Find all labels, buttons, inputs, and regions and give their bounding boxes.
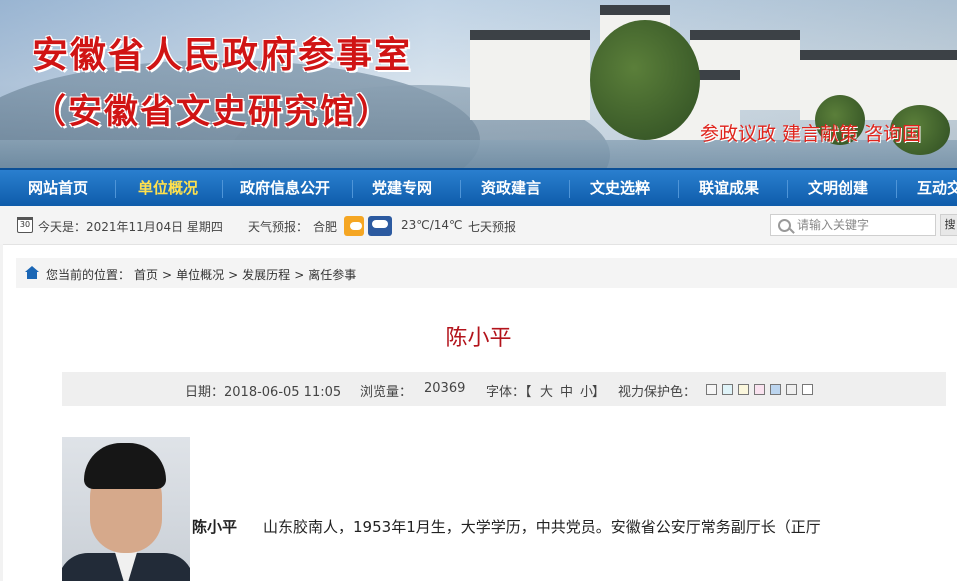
font-size-close: 】 [592, 385, 606, 400]
bio-name: 陈小平 [192, 518, 238, 536]
nav-divider [787, 180, 788, 198]
nav-divider [222, 180, 223, 198]
home-icon [25, 266, 39, 279]
nav-item-about[interactable]: 单位概况 [138, 170, 198, 208]
banner-slogan: 参政议政 建言献策 咨询国 [700, 123, 922, 145]
rain-cloud-icon [368, 216, 392, 236]
eye-care-swatch[interactable] [770, 384, 781, 395]
article-date: 日期：2018-06-05 11:05 [185, 385, 342, 400]
eye-care-swatch[interactable] [738, 384, 749, 395]
font-medium-button[interactable]: 中 [560, 381, 573, 400]
calendar-icon: 30 [17, 217, 33, 233]
breadcrumb-separator: > [162, 268, 173, 282]
nav-item-party[interactable]: 党建专网 [372, 170, 432, 208]
site-subtitle: （安徽省文史研究馆） [32, 92, 392, 132]
weather-temperature: 23℃/14℃ [401, 218, 463, 232]
nav-divider [678, 180, 679, 198]
breadcrumb-about[interactable]: 单位概况 [176, 268, 224, 282]
breadcrumb-history[interactable]: 发展历程 [242, 268, 290, 282]
eye-care-swatch[interactable] [722, 384, 733, 395]
nav-item-interaction[interactable]: 互动交 [917, 170, 957, 208]
nav-item-advice[interactable]: 资政建言 [481, 170, 541, 208]
left-border [0, 244, 3, 581]
bio-paragraph: 陈小平 山东胶南人，1953年1月生，大学学历，中共党员。安徽省公安厅常务副厅长（… [192, 516, 821, 537]
views-label: 浏览量： [360, 385, 413, 400]
eye-care-label: 视力保护色： [618, 385, 697, 400]
breadcrumb-home[interactable]: 首页 [134, 268, 158, 282]
nav-divider [569, 180, 570, 198]
breadcrumb: 您当前的位置： 首页 > 单位概况 > 发展历程 > 离任参事 [16, 258, 957, 288]
nav-item-home[interactable]: 网站首页 [28, 170, 88, 208]
seven-day-forecast-link[interactable]: 七天预报 [468, 218, 516, 235]
nav-divider [115, 180, 116, 198]
search-box [770, 214, 936, 236]
eye-care-swatch[interactable] [786, 384, 797, 395]
today-date: 今天是：2021年11月04日 星期四 [38, 220, 223, 234]
nav-divider [460, 180, 461, 198]
search-button[interactable]: 搜 [940, 214, 957, 236]
main-nav: 网站首页 单位概况 政府信息公开 党建专网 资政建言 文史选粹 联谊成果 文明创… [0, 168, 957, 208]
weather-label: 天气预报： [248, 220, 309, 234]
site-title: 安徽省人民政府参事室 [32, 35, 413, 76]
sun-cloud-icon [344, 216, 364, 236]
bio-text: 山东胶南人，1953年1月生，大学学历，中共党员。安徽省公安厅常务副厅长（正厅 [263, 518, 821, 536]
banner-house [470, 30, 590, 120]
search-input[interactable] [797, 216, 931, 234]
breadcrumb-separator: > [294, 268, 305, 282]
eye-care-swatch[interactable] [754, 384, 765, 395]
font-size-label: 字体：【 [486, 385, 532, 400]
nav-divider [352, 180, 353, 198]
breadcrumb-separator: > [228, 268, 239, 282]
nav-divider [896, 180, 897, 198]
font-large-button[interactable]: 大 [540, 381, 553, 400]
portrait-photo [62, 437, 190, 581]
weather-city: 合肥 [313, 220, 338, 234]
eye-care-swatch[interactable] [802, 384, 813, 395]
article-meta-bar: 日期：2018-06-05 11:05 浏览量： 20369 字体：【 大 中 … [62, 372, 946, 406]
nav-item-civilization[interactable]: 文明创建 [808, 170, 868, 208]
header-banner: 安徽省人民政府参事室 （安徽省文史研究馆） 参政议政 建言献策 咨询国 [0, 0, 957, 168]
breadcrumb-former-counselors[interactable]: 离任参事 [308, 268, 356, 282]
nav-item-gov-info[interactable]: 政府信息公开 [240, 170, 330, 208]
views-count: 20369 [424, 381, 466, 396]
nav-item-liaison[interactable]: 联谊成果 [699, 170, 759, 208]
breadcrumb-prefix: 您当前的位置： [46, 268, 131, 282]
banner-tree [590, 20, 700, 140]
eye-care-swatch[interactable] [706, 384, 717, 395]
search-icon [778, 219, 791, 232]
nav-item-literature[interactable]: 文史选粹 [590, 170, 650, 208]
article-title: 陈小平 [445, 326, 512, 351]
